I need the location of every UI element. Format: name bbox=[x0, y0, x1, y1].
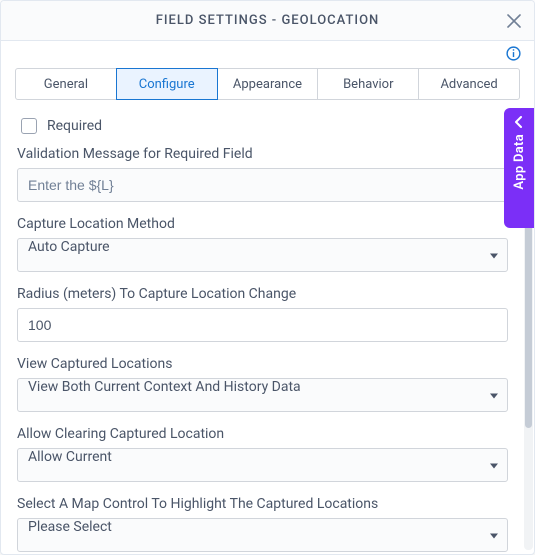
tab-advanced[interactable]: Advanced bbox=[418, 68, 520, 100]
close-icon bbox=[507, 14, 521, 28]
radius-input[interactable] bbox=[17, 308, 508, 342]
radius-label: Radius (meters) To Capture Location Chan… bbox=[17, 286, 508, 302]
tab-general[interactable]: General bbox=[15, 68, 117, 100]
map-control-row: Select A Map Control To Highlight The Ca… bbox=[17, 496, 508, 552]
app-data-side-tab[interactable]: App Data bbox=[504, 108, 534, 228]
dialog-body: Required Validation Message for Required… bbox=[1, 100, 534, 554]
radius-row: Radius (meters) To Capture Location Chan… bbox=[17, 286, 508, 342]
info-row bbox=[1, 41, 534, 66]
tab-appearance[interactable]: Appearance bbox=[217, 68, 319, 100]
tab-label: Behavior bbox=[343, 77, 393, 92]
map-control-select-wrap: Please Select bbox=[17, 518, 508, 552]
close-button[interactable] bbox=[502, 9, 526, 33]
capture-method-row: Capture Location Method Auto Capture bbox=[17, 216, 508, 272]
tab-label: Configure bbox=[139, 77, 195, 92]
info-icon[interactable] bbox=[505, 45, 522, 66]
tabs: General Configure Appearance Behavior Ad… bbox=[1, 68, 534, 100]
tab-label: Appearance bbox=[233, 77, 302, 92]
map-control-select[interactable]: Please Select bbox=[17, 518, 508, 552]
dialog-header: FIELD SETTINGS - GEOLOCATION bbox=[1, 1, 534, 41]
required-label: Required bbox=[47, 118, 102, 134]
form-scroll-area: Required Validation Message for Required… bbox=[17, 118, 518, 554]
select-value: Auto Capture bbox=[28, 239, 110, 255]
capture-method-select[interactable]: Auto Capture bbox=[17, 238, 508, 272]
allow-clearing-row: Allow Clearing Captured Location Allow C… bbox=[17, 426, 508, 482]
capture-method-label: Capture Location Method bbox=[17, 216, 508, 232]
map-control-label: Select A Map Control To Highlight The Ca… bbox=[17, 496, 508, 512]
select-value: Allow Current bbox=[28, 449, 112, 465]
side-tab-label: App Data bbox=[512, 134, 527, 190]
dialog-title: FIELD SETTINGS - GEOLOCATION bbox=[156, 13, 380, 28]
select-value: Please Select bbox=[28, 519, 112, 535]
required-checkbox[interactable] bbox=[21, 118, 37, 134]
field-settings-dialog: FIELD SETTINGS - GEOLOCATION General Con… bbox=[0, 0, 535, 555]
view-captured-select-wrap: View Both Current Context And History Da… bbox=[17, 378, 508, 412]
tab-behavior[interactable]: Behavior bbox=[317, 68, 419, 100]
allow-clearing-select[interactable]: Allow Current bbox=[17, 448, 508, 482]
tab-label: General bbox=[44, 77, 88, 92]
allow-clearing-select-wrap: Allow Current bbox=[17, 448, 508, 482]
allow-clearing-label: Allow Clearing Captured Location bbox=[17, 426, 508, 442]
tab-label: Advanced bbox=[440, 77, 497, 92]
chevron-left-icon bbox=[513, 116, 525, 128]
select-value: View Both Current Context And History Da… bbox=[28, 379, 301, 395]
view-captured-label: View Captured Locations bbox=[17, 356, 508, 372]
validation-message-input[interactable] bbox=[17, 168, 508, 202]
view-captured-row: View Captured Locations View Both Curren… bbox=[17, 356, 508, 412]
tab-configure[interactable]: Configure bbox=[116, 68, 218, 100]
validation-message-label: Validation Message for Required Field bbox=[17, 146, 508, 162]
required-row: Required bbox=[17, 118, 508, 134]
validation-message-row: Validation Message for Required Field bbox=[17, 146, 508, 202]
view-captured-select[interactable]: View Both Current Context And History Da… bbox=[17, 378, 508, 412]
capture-method-select-wrap: Auto Capture bbox=[17, 238, 508, 272]
